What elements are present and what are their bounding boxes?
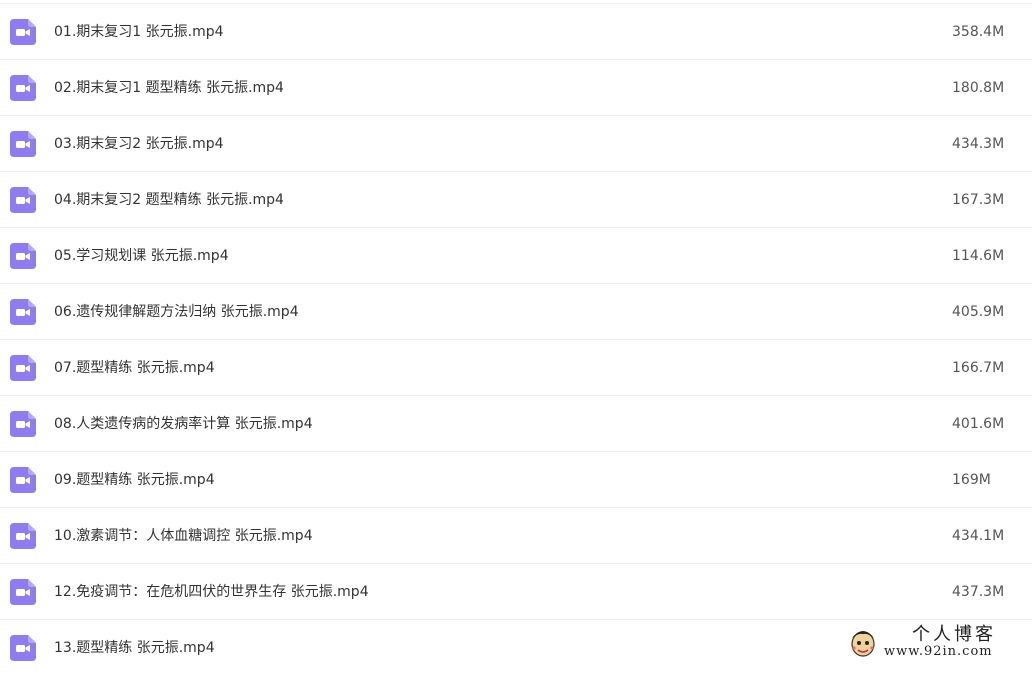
file-row[interactable]: 04.期末复习2 题型精练 张元振.mp4 167.3M: [0, 171, 1032, 227]
file-row[interactable]: 09.题型精练 张元振.mp4 169M: [0, 451, 1032, 507]
watermark: 个人博客 www.92in.com: [842, 620, 1032, 664]
video-file-icon: [10, 19, 36, 45]
file-name[interactable]: 04.期末复习2 题型精练 张元振.mp4: [54, 172, 284, 228]
file-row[interactable]: 12.免疫调节：在危机四伏的世界生存 张元振.mp4 437.3M: [0, 563, 1032, 619]
file-row[interactable]: 06.遗传规律解题方法归纳 张元振.mp4 405.9M: [0, 283, 1032, 339]
file-size: 405.9M: [952, 284, 1004, 340]
file-name[interactable]: 10.激素调节：人体血糖调控 张元振.mp4: [54, 508, 313, 564]
file-size: 437.3M: [952, 564, 1004, 620]
file-list: 01.期末复习1 张元振.mp4358.4M02.期末复习1 题型精练 张元振.…: [0, 3, 1032, 675]
file-name[interactable]: 05.学习规划课 张元振.mp4: [54, 228, 229, 284]
video-file-icon: [10, 243, 36, 269]
mascot-logo-icon: [848, 624, 878, 658]
video-file-icon: [10, 299, 36, 325]
file-size: 166.7M: [952, 340, 1004, 396]
file-size: 434.1M: [952, 508, 1004, 564]
file-name[interactable]: 12.免疫调节：在危机四伏的世界生存 张元振.mp4: [54, 564, 369, 620]
file-name[interactable]: 06.遗传规律解题方法归纳 张元振.mp4: [54, 284, 299, 340]
video-file-icon: [10, 467, 36, 493]
video-file-icon: [10, 411, 36, 437]
file-row[interactable]: 10.激素调节：人体血糖调控 张元振.mp4 434.1M: [0, 507, 1032, 563]
file-row[interactable]: 05.学习规划课 张元振.mp4 114.6M: [0, 227, 1032, 283]
video-file-icon: [10, 75, 36, 101]
file-size: 434.3M: [952, 116, 1004, 172]
file-size: 114.6M: [952, 228, 1004, 284]
file-name[interactable]: 03.期末复习2 张元振.mp4: [54, 116, 224, 172]
file-row[interactable]: 07.题型精练 张元振.mp4 166.7M: [0, 339, 1032, 395]
file-name[interactable]: 09.题型精练 张元振.mp4: [54, 452, 215, 508]
file-row[interactable]: 01.期末复习1 张元振.mp4 358.4M: [0, 3, 1032, 59]
file-size: 180.8M: [952, 60, 1004, 116]
file-name[interactable]: 07.题型精练 张元振.mp4: [54, 340, 215, 396]
file-size: 167.3M: [952, 172, 1004, 228]
file-name[interactable]: 08.人类遗传病的发病率计算 张元振.mp4: [54, 396, 313, 452]
file-size: 169M: [952, 452, 991, 508]
watermark-url: www.92in.com: [884, 644, 993, 659]
file-name[interactable]: 02.期末复习1 题型精练 张元振.mp4: [54, 60, 284, 116]
file-size: 358.4M: [952, 4, 1004, 60]
video-file-icon: [10, 355, 36, 381]
file-row[interactable]: 08.人类遗传病的发病率计算 张元振.mp4 401.6M: [0, 395, 1032, 451]
video-file-icon: [10, 635, 36, 661]
video-file-icon: [10, 523, 36, 549]
video-file-icon: [10, 187, 36, 213]
watermark-title: 个人博客: [912, 620, 996, 646]
file-row[interactable]: 02.期末复习1 题型精练 张元振.mp4 180.8M: [0, 59, 1032, 115]
file-name[interactable]: 01.期末复习1 张元振.mp4: [54, 4, 224, 60]
video-file-icon: [10, 579, 36, 605]
file-name[interactable]: 13.题型精练 张元振.mp4: [54, 620, 215, 676]
file-row[interactable]: 03.期末复习2 张元振.mp4 434.3M: [0, 115, 1032, 171]
video-file-icon: [10, 131, 36, 157]
file-size: 401.6M: [952, 396, 1004, 452]
